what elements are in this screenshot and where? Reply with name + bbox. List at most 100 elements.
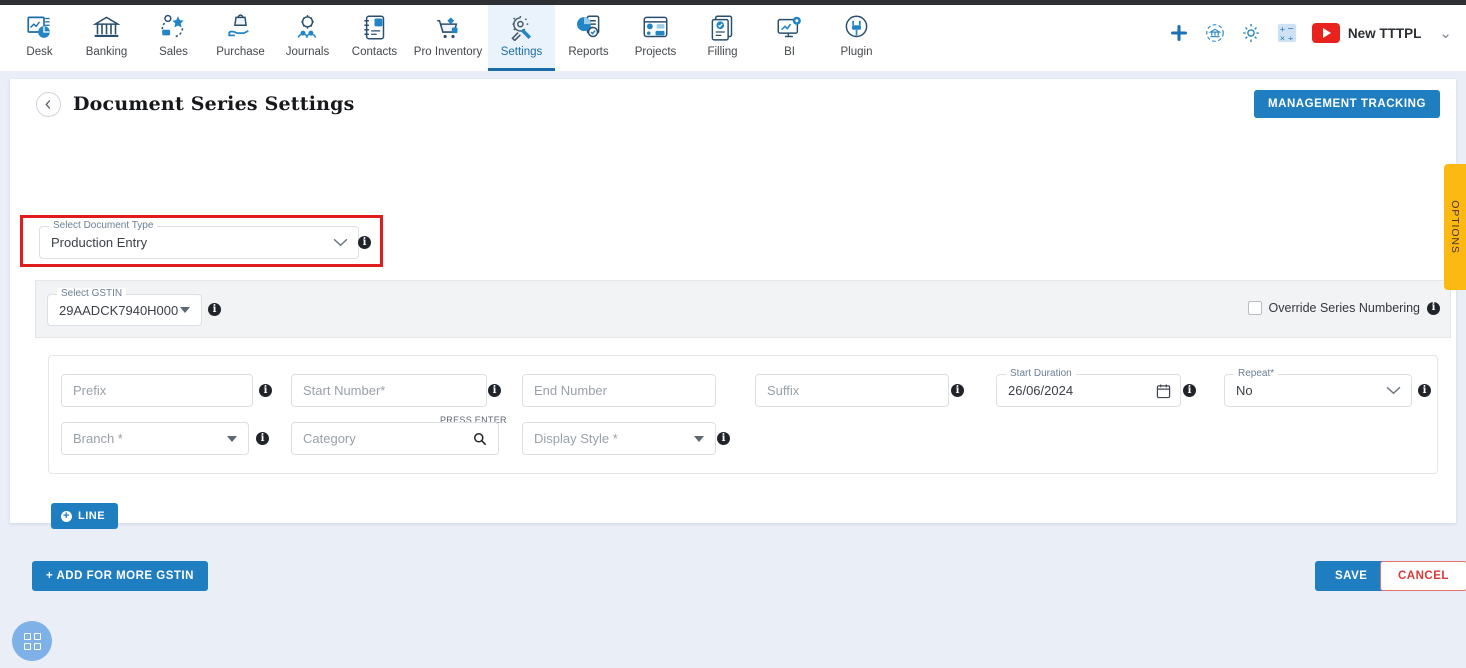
- repeat-value: No: [1236, 383, 1253, 398]
- add-line-button[interactable]: + LINE: [51, 503, 119, 529]
- nav-item-settings[interactable]: Settings: [488, 5, 555, 71]
- select-document-type-value: Production Entry: [51, 235, 148, 250]
- info-icon[interactable]: i: [951, 384, 964, 397]
- info-icon[interactable]: i: [1427, 301, 1440, 315]
- journals-icon: [293, 12, 323, 42]
- nav-item-contacts[interactable]: Contacts: [341, 5, 408, 71]
- bank-sync-icon[interactable]: [1204, 22, 1226, 44]
- search-icon[interactable]: [473, 432, 487, 446]
- nav-item-filling[interactable]: Filling: [689, 5, 756, 71]
- select-document-type-dropdown[interactable]: Select Document Type Production Entry: [39, 220, 359, 259]
- info-icon[interactable]: i: [259, 384, 272, 397]
- nav-item-plugin[interactable]: Plugin: [823, 5, 890, 71]
- start-number-input[interactable]: Start Number*: [291, 374, 487, 407]
- purchase-hand-icon: [226, 12, 256, 42]
- bi-monitor-icon: [775, 12, 805, 42]
- chevron-down-icon[interactable]: ⌄: [1439, 24, 1452, 42]
- nav-item-purchase[interactable]: Purchase: [207, 5, 274, 71]
- svg-text:×: ×: [1279, 33, 1285, 42]
- nav-label: Projects: [634, 46, 677, 58]
- info-icon[interactable]: i: [256, 432, 269, 445]
- select-gstin-value: 29AADCK7940H000: [59, 302, 179, 318]
- nav-item-sales[interactable]: Sales: [140, 5, 207, 71]
- override-series-numbering-label: Override Series Numbering: [1268, 301, 1420, 315]
- select-gstin-dropdown[interactable]: Select GSTIN 29AADCK7940H000: [47, 288, 202, 326]
- nav-label: Settings: [500, 46, 543, 58]
- start-duration-datepicker[interactable]: Start Duration 26/06/2024: [996, 368, 1181, 407]
- nav-label: Contacts: [351, 46, 398, 58]
- nav-label: Sales: [159, 46, 188, 58]
- suffix-input[interactable]: Suffix: [755, 374, 949, 407]
- gstin-section: [35, 280, 1451, 338]
- plus-icon[interactable]: [1168, 22, 1190, 44]
- info-icon[interactable]: i: [717, 432, 730, 445]
- nav-label: Journals: [285, 46, 330, 58]
- nav-label: Filling: [707, 46, 738, 58]
- contacts-icon: [360, 12, 390, 42]
- end-number-input[interactable]: End Number: [522, 374, 716, 407]
- nav-item-projects[interactable]: Projects: [622, 5, 689, 71]
- display-style-dropdown[interactable]: Display Style *: [522, 422, 716, 455]
- select-gstin-label: Select GSTIN: [57, 288, 127, 299]
- override-series-numbering-checkbox[interactable]: [1247, 301, 1262, 315]
- document-series-settings-card: Document Series Settings MANAGEMENT TRAC…: [10, 79, 1466, 591]
- options-side-tab[interactable]: OPTIONS: [1444, 164, 1466, 290]
- info-icon[interactable]: i: [208, 303, 221, 316]
- youtube-play-icon[interactable]: [1311, 23, 1340, 43]
- add-line-label: LINE: [78, 510, 106, 522]
- info-icon[interactable]: i: [358, 236, 371, 249]
- grid-cell: [33, 642, 41, 650]
- nav-item-journals[interactable]: Journals: [274, 5, 341, 71]
- info-icon[interactable]: i: [488, 384, 501, 397]
- override-series-numbering-row[interactable]: Override Series Numbering i: [1247, 301, 1440, 315]
- cancel-button[interactable]: CANCEL: [1380, 561, 1466, 591]
- inventory-cart-icon: [433, 12, 463, 42]
- projects-board-icon: [641, 12, 671, 42]
- bank-icon: [92, 12, 122, 42]
- calendar-icon[interactable]: [1156, 383, 1171, 399]
- grid-cell: [23, 632, 31, 640]
- info-icon[interactable]: i: [1183, 384, 1196, 397]
- repeat-label: Repeat*: [1234, 368, 1279, 379]
- app-grid-icon: [23, 632, 41, 650]
- chevron-down-icon[interactable]: [332, 237, 349, 248]
- info-icon[interactable]: i: [1418, 384, 1431, 397]
- grid-cell: [23, 642, 31, 650]
- triangle-down-icon[interactable]: [694, 435, 704, 442]
- prefix-placeholder: Prefix: [73, 383, 107, 398]
- plus-circle-icon: +: [61, 510, 72, 522]
- repeat-dropdown[interactable]: Repeat* No: [1224, 368, 1412, 407]
- svg-text:+: +: [1279, 25, 1285, 34]
- gear-icon[interactable]: [1240, 22, 1262, 44]
- triangle-down-icon[interactable]: [180, 307, 190, 313]
- plugin-icon: [842, 12, 872, 42]
- nav-right-actions: + − × ÷ New TTTPL ⌄: [1168, 5, 1466, 61]
- organization-name: New TTTPL: [1347, 25, 1422, 41]
- app-grid-fab[interactable]: [12, 621, 52, 661]
- footer-divider: [32, 547, 1454, 548]
- nav-item-desk[interactable]: Desk: [6, 5, 73, 71]
- nav-label: Pro Inventory: [413, 46, 483, 58]
- prefix-input[interactable]: Prefix: [61, 374, 253, 407]
- management-tracking-button[interactable]: MANAGEMENT TRACKING: [1253, 90, 1440, 118]
- suffix-placeholder: Suffix: [767, 383, 800, 398]
- category-search-input[interactable]: Category: [291, 422, 499, 455]
- nav-label: Plugin: [840, 46, 873, 58]
- nav-item-bi[interactable]: BI: [756, 5, 823, 71]
- card-header: Document Series Settings MANAGEMENT TRAC…: [10, 79, 1456, 129]
- grid-cell: [33, 632, 41, 640]
- add-for-more-gstin-button[interactable]: + ADD FOR MORE GSTIN: [32, 561, 208, 591]
- nav-item-reports[interactable]: Reports: [555, 5, 622, 71]
- nav-label: Banking: [85, 46, 128, 58]
- nav-label: Reports: [568, 46, 609, 58]
- branch-dropdown[interactable]: Branch *: [61, 422, 249, 455]
- nav-item-banking[interactable]: Banking: [73, 5, 140, 71]
- nav-item-pro-inventory[interactable]: Pro Inventory: [408, 5, 488, 71]
- chevron-down-icon[interactable]: [1385, 385, 1402, 396]
- calculator-icon[interactable]: + − × ÷: [1276, 22, 1298, 44]
- series-fields-panel: [48, 355, 1438, 474]
- triangle-down-icon[interactable]: [227, 435, 237, 442]
- back-button[interactable]: [36, 91, 61, 117]
- save-button[interactable]: SAVE: [1315, 561, 1388, 591]
- nav-label: BI: [784, 46, 795, 58]
